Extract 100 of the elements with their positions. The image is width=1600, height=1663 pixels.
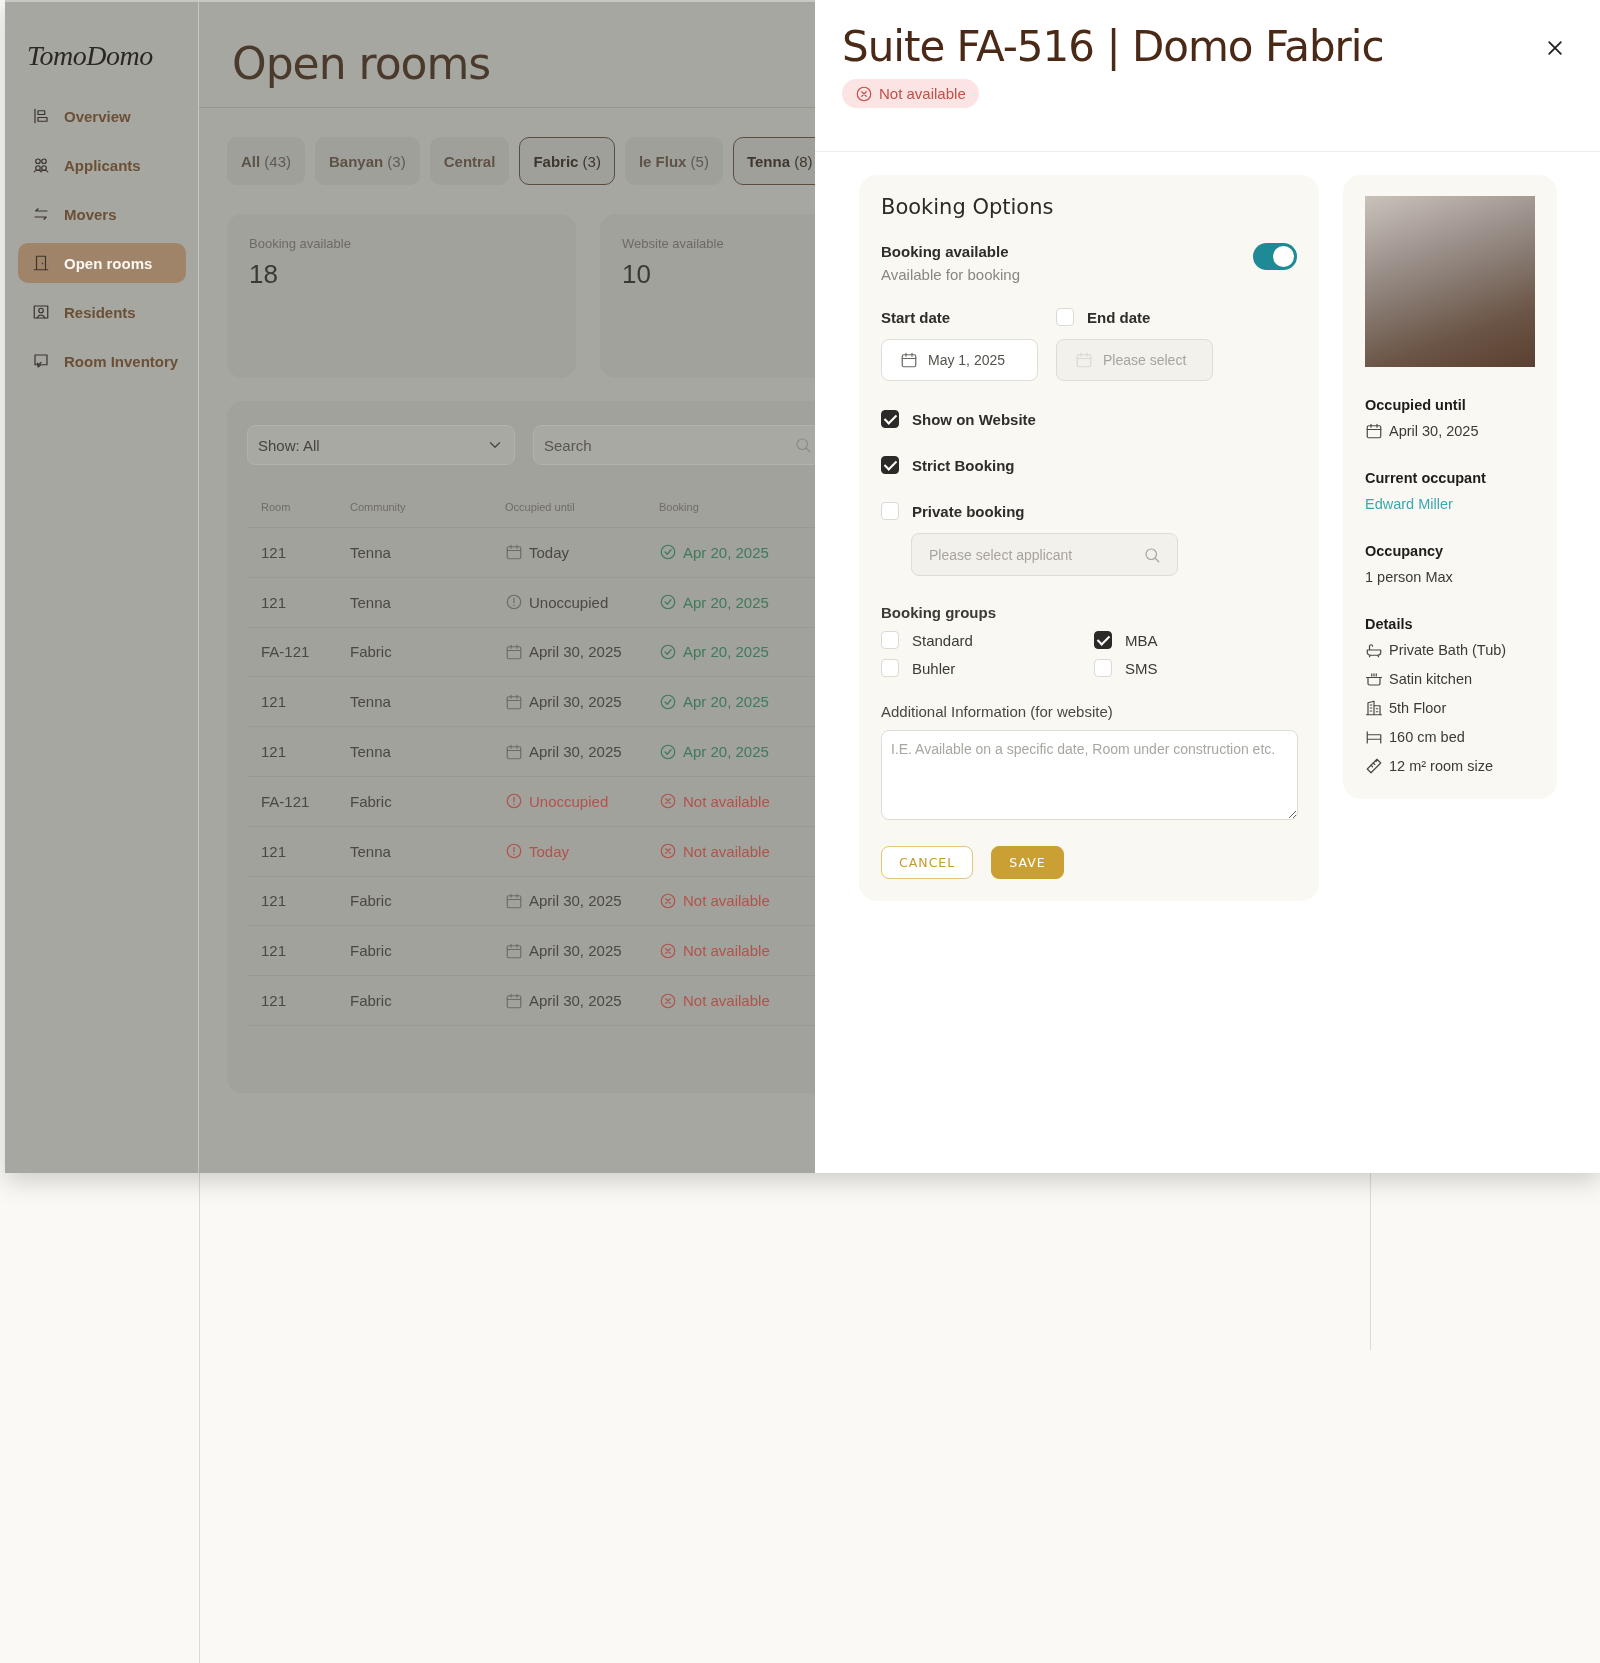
status-badge: Not available: [842, 79, 979, 108]
checkbox-label: End date: [1087, 308, 1151, 326]
table-cell: Not available: [683, 842, 770, 860]
checkbox-label: Strict Booking: [912, 456, 1015, 474]
stat-value: 18: [249, 259, 279, 290]
field-label: Start date: [881, 307, 952, 328]
detail-text: 12 m² room size: [1389, 757, 1493, 774]
stat-label: Booking available: [249, 236, 352, 251]
filter-chip[interactable]: Banyan (3): [315, 137, 420, 185]
table-cell: 121: [261, 543, 287, 561]
checkbox[interactable]: [881, 410, 899, 428]
building-icon: [1365, 698, 1383, 717]
table-cell: Apr 20, 2025: [683, 743, 769, 761]
checkbox-label: MBA: [1125, 631, 1158, 649]
table-cell: Not available: [683, 892, 770, 910]
table-cell: Today: [529, 543, 570, 561]
table-cell: Not available: [683, 792, 770, 810]
table-cell: April 30, 2025: [529, 643, 622, 661]
stat-label: Website available: [622, 236, 725, 251]
nav-item[interactable]: Overview: [18, 96, 186, 136]
search-field[interactable]: Search: [533, 425, 815, 465]
group-title: Booking groups: [881, 604, 997, 621]
checkbox-label: SMS: [1125, 659, 1158, 677]
table-cell: April 30, 2025: [529, 942, 622, 960]
toggle-label: Booking available: [881, 243, 1010, 260]
table-cell: Unoccupied: [529, 593, 609, 611]
filter-chip[interactable]: Central: [429, 137, 510, 185]
table-cell: FA-121: [261, 643, 310, 661]
table-cell: Tenna: [350, 743, 391, 761]
table-cell: FA-121: [261, 792, 310, 810]
save-button[interactable]: SAVE: [991, 846, 1064, 879]
search-icon: [794, 436, 812, 454]
table-cell: Tenna: [350, 593, 391, 611]
info-label: Occupied until: [1365, 397, 1467, 413]
nav-item[interactable]: Movers: [18, 194, 186, 234]
date-field[interactable]: May 1, 2025: [881, 339, 1038, 381]
arrows-icon: [32, 205, 50, 223]
nav-item[interactable]: Room Inventory: [18, 341, 186, 381]
nav-item[interactable]: Open rooms: [18, 243, 186, 283]
show-select[interactable]: Show: All: [247, 425, 515, 465]
table-cell: Fabric: [350, 643, 392, 661]
door-icon: [32, 254, 50, 272]
table-cell: Tenna: [350, 693, 391, 711]
toggle-switch[interactable]: [1253, 243, 1297, 270]
table-cell: 121: [261, 942, 287, 960]
checkbox-label: Private booking: [912, 502, 1025, 520]
table-cell: Tenna: [350, 543, 391, 561]
info-label: Occupancy: [1365, 543, 1445, 559]
table-cell: Apr 20, 2025: [683, 543, 769, 561]
detail-text: 160 cm bed: [1389, 728, 1465, 745]
table-cell: Not available: [683, 992, 770, 1010]
table-cell: 121: [261, 743, 287, 761]
table-cell: 121: [261, 693, 287, 711]
table-cell: April 30, 2025: [529, 693, 622, 711]
table-cell: Apr 20, 2025: [683, 593, 769, 611]
people-icon: [32, 156, 50, 174]
stat-value: 10: [622, 259, 652, 290]
table-cell: 121: [261, 593, 287, 611]
info-value: 1 person Max: [1365, 568, 1453, 585]
table-cell: Apr 20, 2025: [683, 643, 769, 661]
table-cell: Unoccupied: [529, 792, 609, 810]
table-cell: Tenna: [350, 842, 391, 860]
filter-chip[interactable]: Tenna (8): [732, 137, 815, 185]
nav-item[interactable]: Residents: [18, 292, 186, 332]
note-icon: [32, 352, 50, 370]
drawer-title: Suite FA-516 | Domo Fabric: [842, 22, 1384, 71]
filter-chip[interactable]: le Flux (5): [624, 137, 723, 185]
table-cell: April 30, 2025: [529, 743, 622, 761]
table-cell: Today: [529, 842, 570, 860]
checkbox[interactable]: [881, 456, 899, 474]
checkbox[interactable]: [1094, 631, 1112, 649]
filter-chip[interactable]: Fabric (3): [519, 137, 615, 185]
logo: TomoDomo: [27, 40, 154, 72]
table-cell: Fabric: [350, 992, 392, 1010]
field-label: Additional Information (for website): [881, 703, 1114, 720]
additional-info-field[interactable]: I.E. Available on a specific date, Room under construction etc.: [881, 730, 1298, 820]
checkbox-label: Standard: [912, 631, 973, 649]
calendar-icon: [900, 351, 918, 369]
table-cell: Fabric: [350, 942, 392, 960]
table-cell: 121: [261, 842, 287, 860]
layout-icon: [32, 107, 50, 125]
toggle-hint: Available for booking: [881, 266, 1020, 283]
table-cell: Not available: [683, 942, 770, 960]
info-label: Current occupant: [1365, 470, 1487, 486]
cancel-button[interactable]: CANCEL: [881, 846, 974, 879]
x-circle-icon: [855, 84, 873, 103]
checkbox-label: Buhler: [912, 659, 956, 677]
calendar-icon: [1075, 351, 1093, 369]
table-cell: 121: [261, 992, 287, 1010]
detail-text: Private Bath (Tub): [1389, 641, 1507, 658]
nav-item[interactable]: Applicants: [18, 145, 186, 185]
info-label: Details: [1365, 616, 1414, 632]
table-cell: April 30, 2025: [529, 892, 622, 910]
detail-text: 5th Floor: [1389, 699, 1447, 716]
table-cell: 121: [261, 892, 287, 910]
close-icon: [1545, 38, 1565, 58]
occupant-link[interactable]: Edward Miller: [1365, 495, 1453, 512]
table-cell: Apr 20, 2025: [683, 693, 769, 711]
filter-chip[interactable]: All (43): [227, 137, 305, 185]
detail-text: Satin kitchen: [1389, 670, 1473, 687]
